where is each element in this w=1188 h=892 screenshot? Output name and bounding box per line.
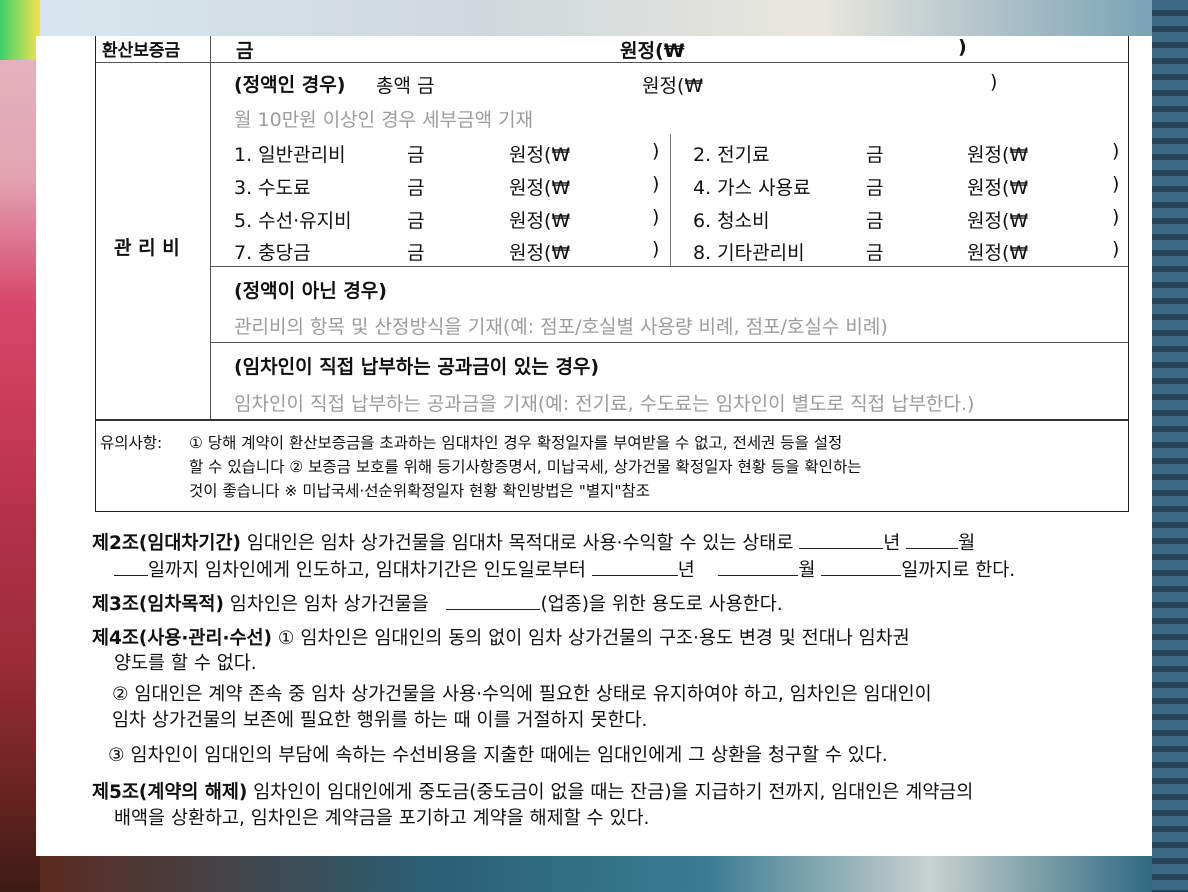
item-won: 원정(₩ xyxy=(509,177,571,199)
article-3: 제3조(임차목적) 임차인은 임차 상가건물을 (업종)을 위한 용도로 사용한… xyxy=(92,591,1128,618)
fixed-close: ) xyxy=(990,71,998,93)
article-2-line2: 일까지 임차인에게 인도하고, 임대차기간은 인도일로부터 년 월 일까지로 한… xyxy=(114,557,1128,584)
item-won: 원정(₩ xyxy=(509,210,571,232)
month-label: 월 xyxy=(958,533,976,554)
fixed-note: 월 10만원 이상인 경우 세부금액 기재 xyxy=(234,109,534,131)
item-geum: 금 xyxy=(407,242,425,264)
notice-line: 것이 좋습니다 ※ 미납국세·선순위확정일자 현황 확인방법은 "별지"참조 xyxy=(189,482,651,500)
blank-field[interactable] xyxy=(446,591,541,610)
direct-title: (임차인이 직접 납부하는 공과금이 있는 경우) xyxy=(234,356,600,378)
year-label: 년 xyxy=(883,533,901,554)
background-neon-sign xyxy=(0,0,40,60)
article-4-text: ③ 임차인이 임대인의 부담에 속하는 수선비용을 지출한 때에는 임대인에게 … xyxy=(108,745,888,766)
background-shutter xyxy=(1152,0,1188,892)
item-label: 4. 가스 사용료 xyxy=(693,177,811,199)
deposit-label: 환산보증금 xyxy=(102,41,181,61)
background-bottom-strip xyxy=(40,856,1152,892)
item-geum: 금 xyxy=(407,210,425,232)
item-won: 원정(₩ xyxy=(967,177,1029,199)
blank-field[interactable] xyxy=(591,557,678,576)
year-label: 년 xyxy=(677,560,695,581)
article-4-text: ② 임대인은 계약 존속 중 임차 상가건물을 사용·수익에 필요한 상태로 유… xyxy=(112,684,932,705)
article-5-text: 임차인이 임대인에게 중도금(중도금이 없을 때는 잔금)을 지급하기 전까지,… xyxy=(253,782,974,803)
fixed-won: 원정(₩ xyxy=(642,75,704,97)
notice-line: ① 당해 계약이 환산보증금을 초과하는 임대차인 경우 확정일자를 부여받을 … xyxy=(189,434,843,452)
item-geum: 금 xyxy=(866,242,884,264)
item-label: 2. 전기료 xyxy=(693,144,770,166)
blank-field[interactable] xyxy=(821,557,902,576)
deposit-close: ) xyxy=(958,36,967,58)
contract-table: 환산보증금 금 원정(₩ ) 관 리 비 (정액인 경우) 총액 금 원정(₩ … xyxy=(95,36,1129,512)
nonfixed-note: 관리비의 항목 및 산정방식을 기재(예: 점포/호실별 사용량 비례, 점포/… xyxy=(234,316,888,338)
article-4-text: 양도를 할 수 없다. xyxy=(114,653,257,674)
item-won: 원정(₩ xyxy=(509,242,571,264)
label-column-divider xyxy=(210,36,211,419)
article-4-text: ① 임차인은 임대인의 동의 없이 임차 상가건물의 구조·용도 변경 및 전대… xyxy=(277,628,910,649)
article-4-title: 제4조(사용·관리·수선) xyxy=(92,628,272,649)
item-close: ) xyxy=(652,173,660,195)
divider xyxy=(96,62,1128,63)
article-2: 제2조(임대차기간) 임대인은 임차 상가건물을 임대차 목적대로 사용·수익할… xyxy=(92,530,1128,557)
deposit-prefix: 금 xyxy=(236,40,254,62)
item-label: 8. 기타관리비 xyxy=(693,242,805,264)
item-label: 6. 청소비 xyxy=(693,210,770,232)
notice-label: 유의사항: xyxy=(100,434,163,452)
divider xyxy=(96,419,1128,421)
blank-field[interactable] xyxy=(114,557,148,576)
article-3-text: (업종)을 위한 용도로 사용한다. xyxy=(540,594,783,615)
item-close: ) xyxy=(652,238,660,260)
blank-field[interactable] xyxy=(906,530,959,549)
item-close: ) xyxy=(1112,173,1120,195)
item-won: 원정(₩ xyxy=(967,210,1029,232)
fixed-total: 총액 금 xyxy=(376,75,435,97)
article-3-title: 제3조(임차목적) xyxy=(92,594,224,615)
month-label: 월 xyxy=(798,560,816,581)
item-geum: 금 xyxy=(407,177,425,199)
item-close: ) xyxy=(1112,206,1120,228)
article-4: 제4조(사용·관리·수선) ① 임차인은 임대인의 동의 없이 임차 상가건물의… xyxy=(92,626,1128,652)
article-2-text: 일까지 임차인에게 인도하고, 임대차기간은 인도일로부터 xyxy=(148,560,586,581)
item-won: 원정(₩ xyxy=(967,144,1029,166)
nonfixed-title: (정액이 아닌 경우) xyxy=(234,280,387,302)
item-won: 원정(₩ xyxy=(967,242,1029,264)
item-close: ) xyxy=(652,206,660,228)
item-won: 원정(₩ xyxy=(509,144,571,166)
item-label: 5. 수선·유지비 xyxy=(234,210,352,232)
item-geum: 금 xyxy=(866,210,884,232)
item-geum: 금 xyxy=(866,144,884,166)
deposit-won: 원정(₩ xyxy=(620,40,685,62)
item-geum: 금 xyxy=(407,144,425,166)
item-close: ) xyxy=(1112,238,1120,260)
items-divider xyxy=(670,134,671,266)
fixed-title: (정액인 경우) xyxy=(234,74,346,96)
article-5: 제5조(계약의 해제) 임차인이 임대인에게 중도금(중도금이 없을 때는 잔금… xyxy=(92,780,1128,806)
article-5-text: 배액을 상환하고, 임차인은 계약금을 포기하고 계약을 해제할 수 있다. xyxy=(114,808,650,829)
background-left-sign xyxy=(0,0,40,892)
divider xyxy=(211,342,1128,343)
contract-document: 환산보증금 금 원정(₩ ) 관 리 비 (정액인 경우) 총액 금 원정(₩ … xyxy=(36,36,1152,856)
direct-note: 임차인이 직접 납부하는 공과금을 기재(예: 전기료, 수도료는 임차인이 별… xyxy=(234,393,975,415)
divider xyxy=(211,266,1128,267)
mgmt-fee-label: 관 리 비 xyxy=(114,237,180,259)
article-4-text: 임차 상가건물의 보존에 필요한 행위를 하는 때 이를 거절하지 못한다. xyxy=(112,710,648,731)
article-5-title: 제5조(계약의 해제) xyxy=(92,782,248,803)
article-3-text: 임차인은 임차 상가건물을 xyxy=(229,594,429,615)
item-label: 1. 일반관리비 xyxy=(234,144,346,166)
item-label: 3. 수도료 xyxy=(234,177,311,199)
item-geum: 금 xyxy=(866,177,884,199)
notice-line: 할 수 있습니다 ② 보증금 보호를 위해 등기사항증명서, 미납국세, 상가건… xyxy=(189,458,862,476)
article-2-text: 임대인은 임차 상가건물을 임대차 목적대로 사용·수익할 수 있는 상태로 xyxy=(246,533,794,554)
item-label: 7. 충당금 xyxy=(234,242,311,264)
blank-field[interactable] xyxy=(718,557,799,576)
article-2-title: 제2조(임대차기간) xyxy=(92,533,241,554)
item-close: ) xyxy=(652,140,660,162)
notice-text: ① 당해 계약이 환산보증금을 초과하는 임대차인 경우 확정일자를 부여받을 … xyxy=(189,431,1125,503)
article-2-text: 일까지로 한다. xyxy=(901,560,1016,581)
blank-field[interactable] xyxy=(799,530,884,549)
background-top-strip xyxy=(40,0,1152,36)
item-close: ) xyxy=(1112,140,1120,162)
